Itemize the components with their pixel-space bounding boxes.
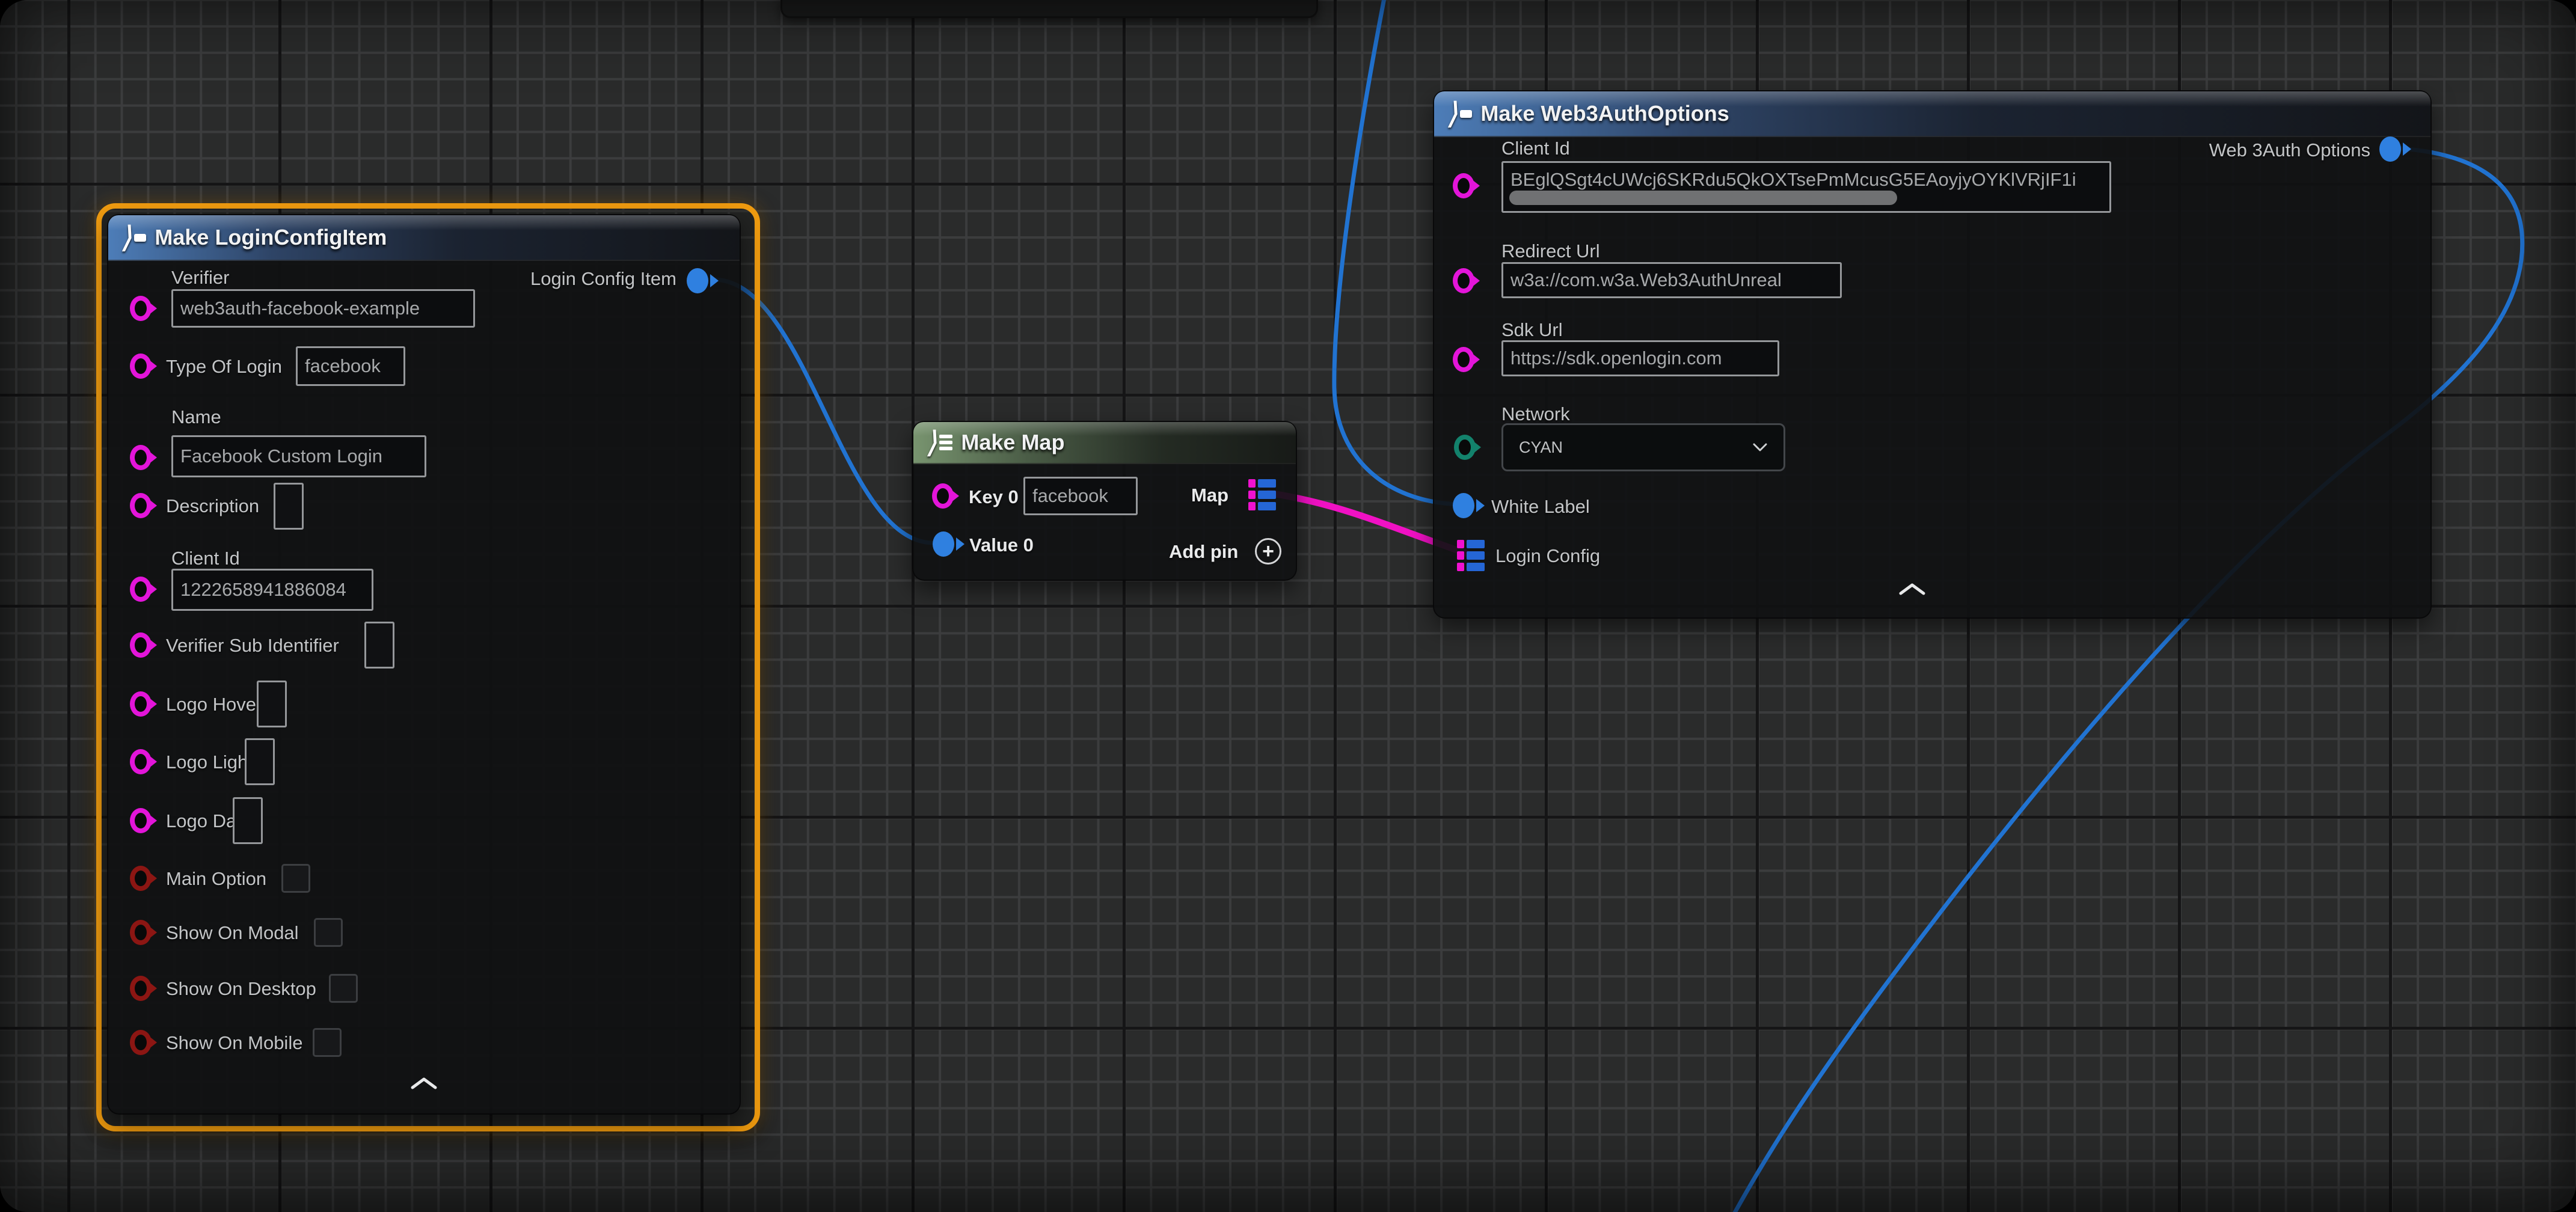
map-output-label: Map [1191,485,1228,506]
type-of-login-label: Type Of Login [166,356,282,378]
show-on-modal-label: Show On Modal [166,922,299,944]
node-make-map[interactable]: ⟩ Make Map Key 0 facebook Map Value 0 Ad… [912,421,1297,581]
show-on-mobile-label: Show On Mobile [166,1032,302,1054]
add-pin-label[interactable]: Add pin [1169,541,1238,563]
blueprint-graph-canvas[interactable]: ⟩ Make LoginConfigItem Login Config Item… [0,0,2576,1212]
network-pin[interactable] [1454,435,1476,460]
sdk-url-pin[interactable] [1453,347,1474,372]
main-option-label: Main Option [166,868,266,890]
network-label: Network [1501,403,1570,425]
client-id-input[interactable]: 1222658941886084 [171,569,373,611]
show-on-desktop-label: Show On Desktop [166,978,316,1000]
logo-dark-pin[interactable] [130,808,152,833]
name-label: Name [171,406,221,428]
verifier-sub-identifier-input[interactable] [364,622,394,669]
type-of-login-pin[interactable] [130,354,152,379]
name-input[interactable]: Facebook Custom Login [171,435,426,477]
logo-dark-input[interactable] [233,797,263,844]
add-pin-icon[interactable]: + [1255,538,1281,565]
node-title: Make Web3AuthOptions [1480,101,1729,126]
description-pin[interactable] [130,493,152,518]
network-dropdown[interactable]: CYAN [1501,423,1785,471]
verifier-sub-identifier-pin[interactable] [130,632,152,658]
chevron-down-icon [1752,442,1768,452]
map-output-pin[interactable] [1248,479,1276,510]
verifier-input[interactable]: web3auth-facebook-example [171,289,475,328]
show-on-mobile-pin[interactable] [130,1030,152,1055]
main-option-checkbox[interactable] [281,864,310,893]
client-id-label: Client Id [1501,138,1570,159]
logo-light-input[interactable] [245,738,275,785]
offscreen-node-bottom-edge[interactable] [780,0,1318,18]
type-of-login-input[interactable]: facebook [296,346,405,386]
verifier-pin[interactable] [130,296,152,321]
show-on-mobile-checkbox[interactable] [313,1028,342,1057]
redirect-url-input[interactable]: w3a://com.w3a.Web3AuthUnreal [1501,262,1842,298]
logo-light-label: Logo Light [166,751,253,773]
client-id-input[interactable]: BEglQSgt4cUWcj6SKRdu5QkOXTsePmMcusG5EAoy… [1501,161,2111,213]
client-id-value: BEglQSgt4cUWcj6SKRdu5QkOXTsePmMcusG5EAoy… [1510,169,2105,191]
key0-pin[interactable] [932,483,954,509]
description-input[interactable] [274,483,304,530]
client-id-label: Client Id [171,548,240,569]
redirect-url-label: Redirect Url [1501,240,1600,262]
sdk-url-input[interactable]: https://sdk.openlogin.com [1501,340,1779,376]
verifier-sub-identifier-label: Verifier Sub Identifier [166,635,339,656]
login-config-pin[interactable] [1457,540,1485,571]
show-on-modal-checkbox[interactable] [314,918,343,947]
key0-label: Key 0 [969,486,1019,508]
login-config-item-output-pin[interactable] [687,268,708,293]
node-header[interactable]: ⟩ Make LoginConfigItem [108,215,740,261]
main-option-pin[interactable] [130,866,152,891]
logo-hover-input[interactable] [257,681,287,727]
output-pin-label: Web 3Auth Options [2209,139,2370,161]
white-label-pin[interactable] [1453,493,1474,518]
node-make-web3authoptions[interactable]: ⟩ Make Web3AuthOptions Web 3Auth Options… [1433,90,2432,619]
login-config-label: Login Config [1495,545,1600,567]
show-on-desktop-pin[interactable] [130,976,152,1001]
web3auth-options-output-pin[interactable] [2379,136,2401,162]
value0-label: Value 0 [969,534,1034,556]
description-label: Description [166,495,259,517]
redirect-url-pin[interactable] [1453,268,1474,293]
sdk-url-label: Sdk Url [1501,319,1563,341]
node-header[interactable]: ⟩ Make Web3AuthOptions [1434,91,2430,137]
node-title: Make LoginConfigItem [155,225,387,250]
logo-hover-pin[interactable] [130,691,152,717]
show-on-modal-pin[interactable] [130,920,152,945]
client-id-pin[interactable] [130,577,152,602]
client-id-scrollbar[interactable] [1509,191,1897,205]
logo-hover-label: Logo Hover [166,694,262,715]
value0-pin[interactable] [933,531,954,557]
make-struct-icon: ⟩ [1447,101,1472,126]
collapse-node-chevron-icon[interactable] [409,1076,439,1091]
name-pin[interactable] [130,445,152,470]
node-make-loginconfigitem[interactable]: ⟩ Make LoginConfigItem Login Config Item… [107,214,741,1115]
verifier-label: Verifier [171,267,229,289]
collapse-node-chevron-icon[interactable] [1897,582,1927,596]
client-id-pin[interactable] [1453,173,1474,198]
make-struct-icon: ⟩ [121,225,146,250]
output-pin-label: Login Config Item [530,268,676,290]
show-on-desktop-checkbox[interactable] [329,974,358,1003]
logo-light-pin[interactable] [130,749,152,774]
node-header[interactable]: ⟩ Make Map [913,422,1296,464]
white-label-label: White Label [1491,496,1590,518]
key0-input[interactable]: facebook [1023,477,1138,515]
make-map-icon: ⟩ [927,430,952,455]
node-title: Make Map [961,430,1064,455]
network-selected-value: CYAN [1519,438,1563,457]
